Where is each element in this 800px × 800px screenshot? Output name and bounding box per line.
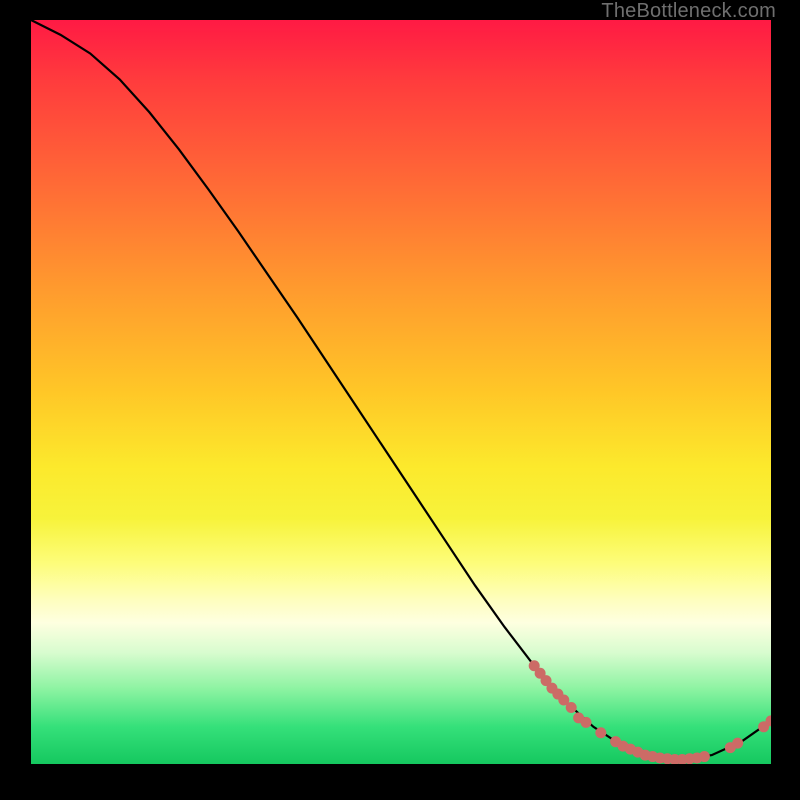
data-point	[566, 702, 577, 713]
data-point	[699, 751, 710, 762]
bottleneck-curve	[31, 20, 771, 760]
data-point	[581, 717, 592, 728]
chart-svg	[31, 20, 771, 764]
watermark-text: TheBottleneck.com	[601, 0, 776, 23]
data-markers	[529, 660, 771, 764]
plot-area	[31, 20, 771, 764]
data-point	[595, 727, 606, 738]
data-point	[732, 738, 743, 749]
chart-stage: TheBottleneck.com	[0, 0, 800, 800]
